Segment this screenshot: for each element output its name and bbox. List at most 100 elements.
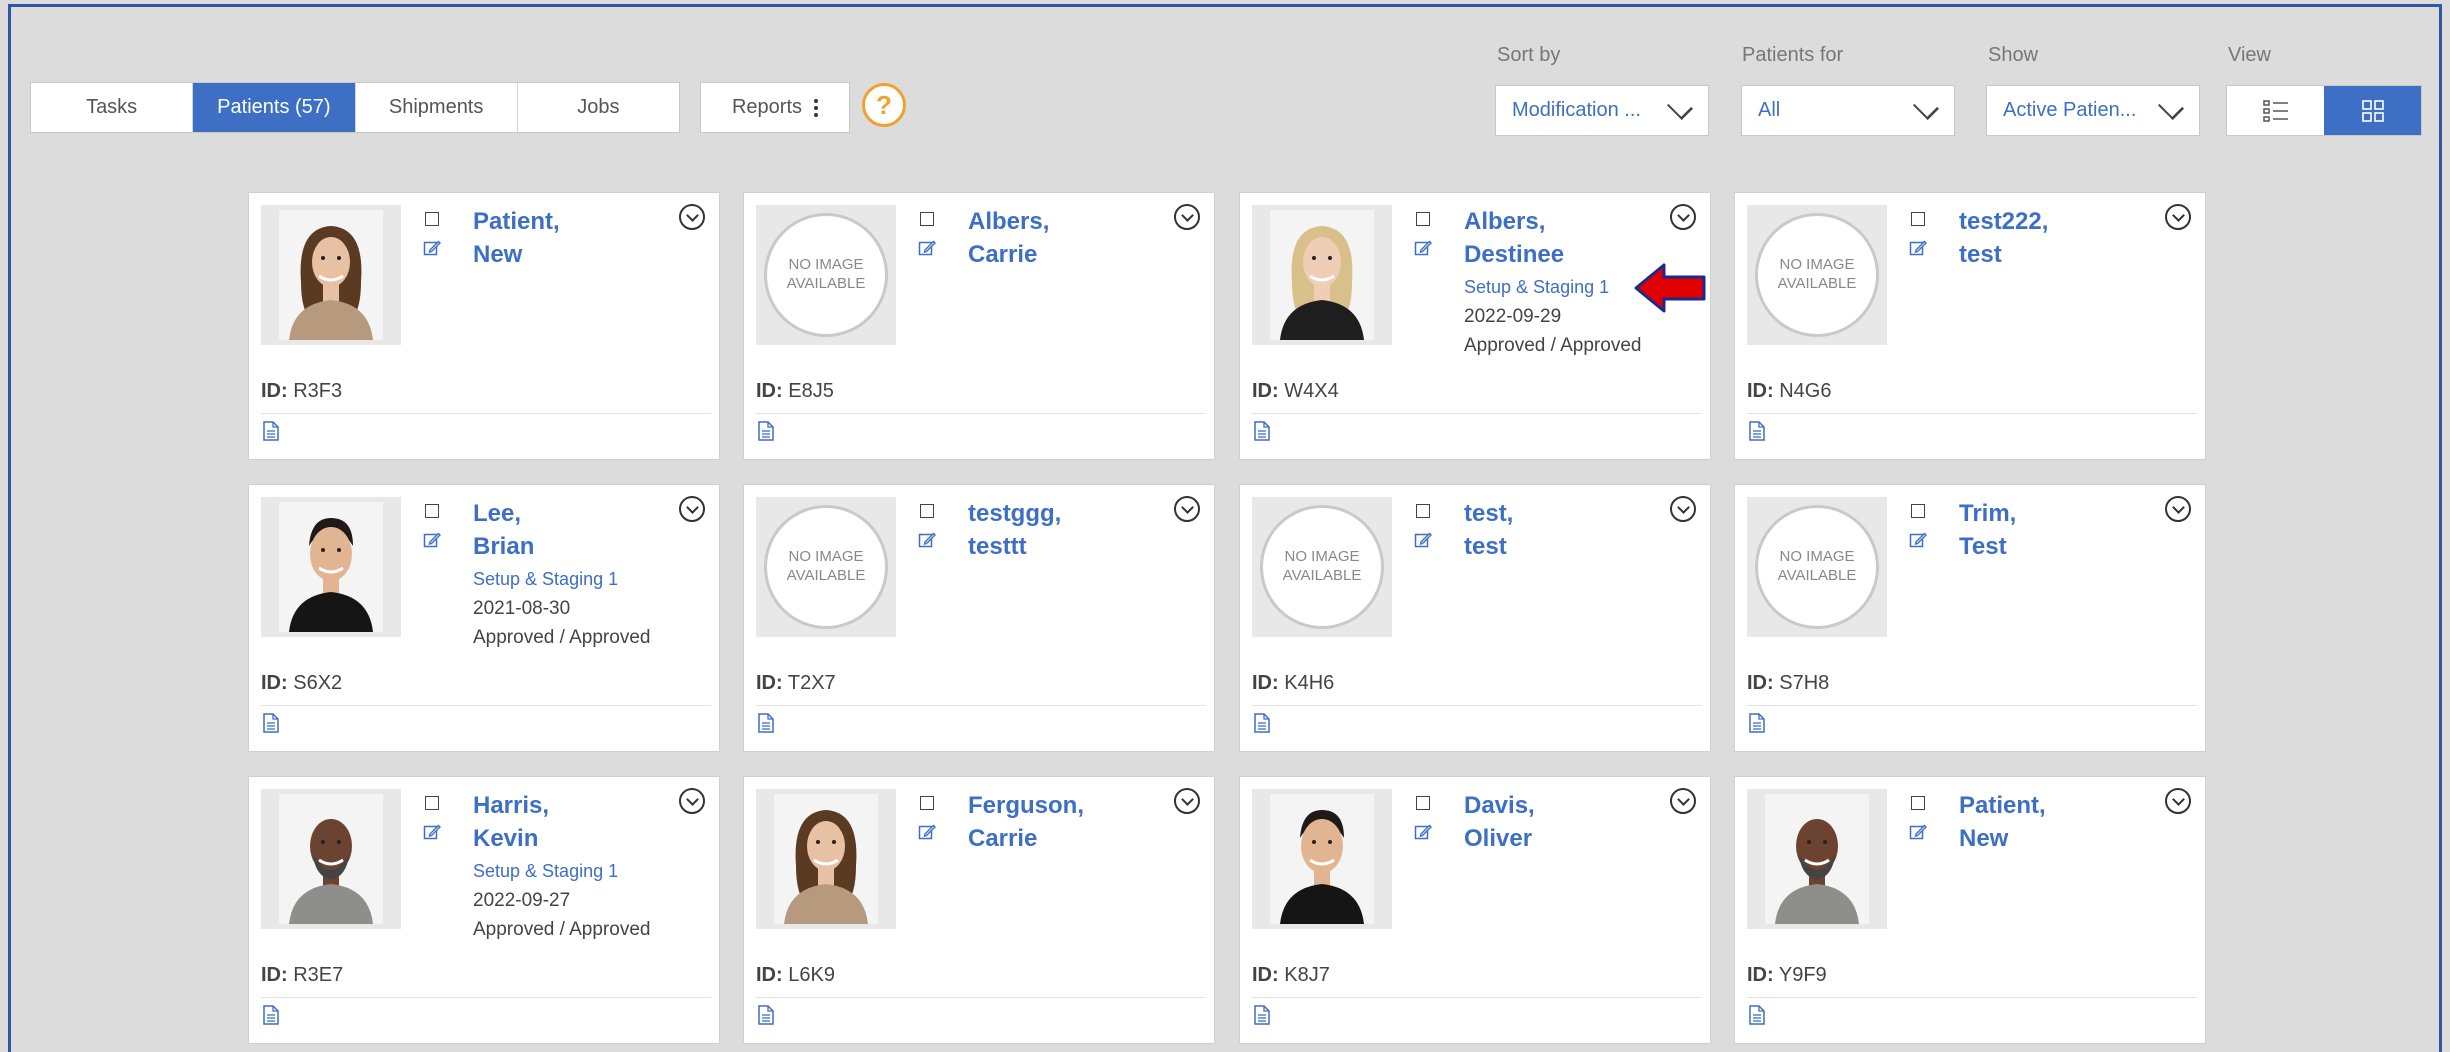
patient-name[interactable]: test, test — [1464, 497, 1513, 563]
patient-name[interactable]: Albers, Carrie — [968, 205, 1049, 271]
chevron-down-circle-icon[interactable] — [2165, 788, 2191, 814]
patient-last-name[interactable]: Ferguson, — [968, 789, 1084, 822]
patient-first-name[interactable]: Carrie — [968, 238, 1049, 271]
select-checkbox[interactable] — [425, 212, 439, 226]
show-select[interactable]: Active Patien... — [1986, 85, 2200, 136]
document-icon[interactable] — [758, 421, 774, 441]
chevron-down-circle-icon[interactable] — [679, 204, 705, 230]
chevron-down-circle-icon[interactable] — [1670, 788, 1696, 814]
patient-first-name[interactable]: test — [1464, 530, 1513, 563]
patient-first-name[interactable]: testtt — [968, 530, 1061, 563]
document-icon[interactable] — [1749, 1005, 1765, 1025]
chevron-down-circle-icon[interactable] — [1174, 788, 1200, 814]
document-icon[interactable] — [263, 713, 279, 733]
patient-name[interactable]: Lee, Brian — [473, 497, 534, 563]
edit-icon[interactable] — [918, 531, 936, 549]
chevron-down-circle-icon[interactable] — [1670, 496, 1696, 522]
document-icon[interactable] — [1254, 421, 1270, 441]
patient-first-name[interactable]: New — [1959, 822, 2046, 855]
patient-card[interactable]: Patient, New ID: Y9F9 — [1734, 776, 2206, 1044]
edit-icon[interactable] — [918, 239, 936, 257]
document-icon[interactable] — [758, 713, 774, 733]
select-checkbox[interactable] — [920, 504, 934, 518]
tab-patients[interactable]: Patients (57) — [193, 83, 356, 132]
patient-first-name[interactable]: Oliver — [1464, 822, 1535, 855]
select-checkbox[interactable] — [920, 796, 934, 810]
patient-card[interactable]: NO IMAGE AVAILABLE test222, test ID: N4G6 — [1734, 192, 2206, 460]
edit-icon[interactable] — [423, 531, 441, 549]
select-checkbox[interactable] — [1911, 796, 1925, 810]
patient-last-name[interactable]: Trim, — [1959, 497, 2016, 530]
patient-card[interactable]: NO IMAGE AVAILABLE Trim, Test ID: S7H8 — [1734, 484, 2206, 752]
patient-first-name[interactable]: Destinee — [1464, 238, 1564, 271]
chevron-down-circle-icon[interactable] — [679, 788, 705, 814]
tab-shipments[interactable]: Shipments — [356, 83, 518, 132]
patient-name[interactable]: Davis, Oliver — [1464, 789, 1535, 855]
chevron-down-circle-icon[interactable] — [2165, 204, 2191, 230]
patients-for-select[interactable]: All — [1741, 85, 1955, 136]
select-checkbox[interactable] — [1911, 504, 1925, 518]
patient-card[interactable]: NO IMAGE AVAILABLE testggg, testtt ID: T2… — [743, 484, 1215, 752]
edit-icon[interactable] — [1909, 239, 1927, 257]
tab-jobs[interactable]: Jobs — [518, 83, 679, 132]
edit-icon[interactable] — [1909, 823, 1927, 841]
treatment-stage[interactable]: Setup & Staging 1 — [1464, 277, 1609, 298]
patient-last-name[interactable]: Patient, — [1959, 789, 2046, 822]
patient-first-name[interactable]: Test — [1959, 530, 2016, 563]
patient-first-name[interactable]: Kevin — [473, 822, 549, 855]
patient-last-name[interactable]: Albers, — [968, 205, 1049, 238]
patient-last-name[interactable]: testggg, — [968, 497, 1061, 530]
edit-icon[interactable] — [918, 823, 936, 841]
grid-view-button[interactable] — [2324, 86, 2421, 135]
chevron-down-circle-icon[interactable] — [1670, 204, 1696, 230]
chevron-down-circle-icon[interactable] — [2165, 496, 2191, 522]
patient-card[interactable]: NO IMAGE AVAILABLE test, test ID: K4H6 — [1239, 484, 1711, 752]
patient-name[interactable]: Ferguson, Carrie — [968, 789, 1084, 855]
document-icon[interactable] — [1254, 1005, 1270, 1025]
help-icon[interactable]: ? — [862, 83, 906, 127]
patient-card[interactable]: NO IMAGE AVAILABLE Albers, Carrie ID: E8J… — [743, 192, 1215, 460]
select-checkbox[interactable] — [1416, 212, 1430, 226]
select-checkbox[interactable] — [920, 212, 934, 226]
edit-icon[interactable] — [423, 239, 441, 257]
patient-last-name[interactable]: Davis, — [1464, 789, 1535, 822]
edit-icon[interactable] — [1414, 239, 1432, 257]
chevron-down-circle-icon[interactable] — [679, 496, 705, 522]
tab-tasks[interactable]: Tasks — [31, 83, 194, 132]
select-checkbox[interactable] — [1416, 504, 1430, 518]
select-checkbox[interactable] — [1911, 212, 1925, 226]
document-icon[interactable] — [1749, 421, 1765, 441]
patient-last-name[interactable]: Lee, — [473, 497, 534, 530]
patient-last-name[interactable]: test, — [1464, 497, 1513, 530]
select-checkbox[interactable] — [425, 796, 439, 810]
patient-name[interactable]: Albers, Destinee — [1464, 205, 1564, 271]
reports-button[interactable]: Reports — [700, 82, 850, 133]
document-icon[interactable] — [1749, 713, 1765, 733]
patient-name[interactable]: test222, test — [1959, 205, 2048, 271]
document-icon[interactable] — [758, 1005, 774, 1025]
patient-first-name[interactable]: test — [1959, 238, 2048, 271]
patient-first-name[interactable]: Carrie — [968, 822, 1084, 855]
edit-icon[interactable] — [423, 823, 441, 841]
patient-card[interactable]: Albers, Destinee Setup & Staging 1 2022-… — [1239, 192, 1711, 460]
patient-name[interactable]: Patient, New — [1959, 789, 2046, 855]
patient-card[interactable]: Patient, New ID: R3F3 — [248, 192, 720, 460]
patient-first-name[interactable]: Brian — [473, 530, 534, 563]
document-icon[interactable] — [263, 421, 279, 441]
patient-last-name[interactable]: Patient, — [473, 205, 560, 238]
patient-name[interactable]: Harris, Kevin — [473, 789, 549, 855]
patient-name[interactable]: Patient, New — [473, 205, 560, 271]
patient-first-name[interactable]: New — [473, 238, 560, 271]
select-checkbox[interactable] — [1416, 796, 1430, 810]
patient-card[interactable]: Lee, Brian Setup & Staging 1 2021-08-30 … — [248, 484, 720, 752]
patient-name[interactable]: Trim, Test — [1959, 497, 2016, 563]
document-icon[interactable] — [1254, 713, 1270, 733]
select-checkbox[interactable] — [425, 504, 439, 518]
patient-last-name[interactable]: Albers, — [1464, 205, 1564, 238]
patient-card[interactable]: Ferguson, Carrie ID: L6K9 — [743, 776, 1215, 1044]
sort-by-select[interactable]: Modification ... — [1495, 85, 1709, 136]
patient-last-name[interactable]: test222, — [1959, 205, 2048, 238]
document-icon[interactable] — [263, 1005, 279, 1025]
patient-card[interactable]: Davis, Oliver ID: K8J7 — [1239, 776, 1711, 1044]
chevron-down-circle-icon[interactable] — [1174, 496, 1200, 522]
